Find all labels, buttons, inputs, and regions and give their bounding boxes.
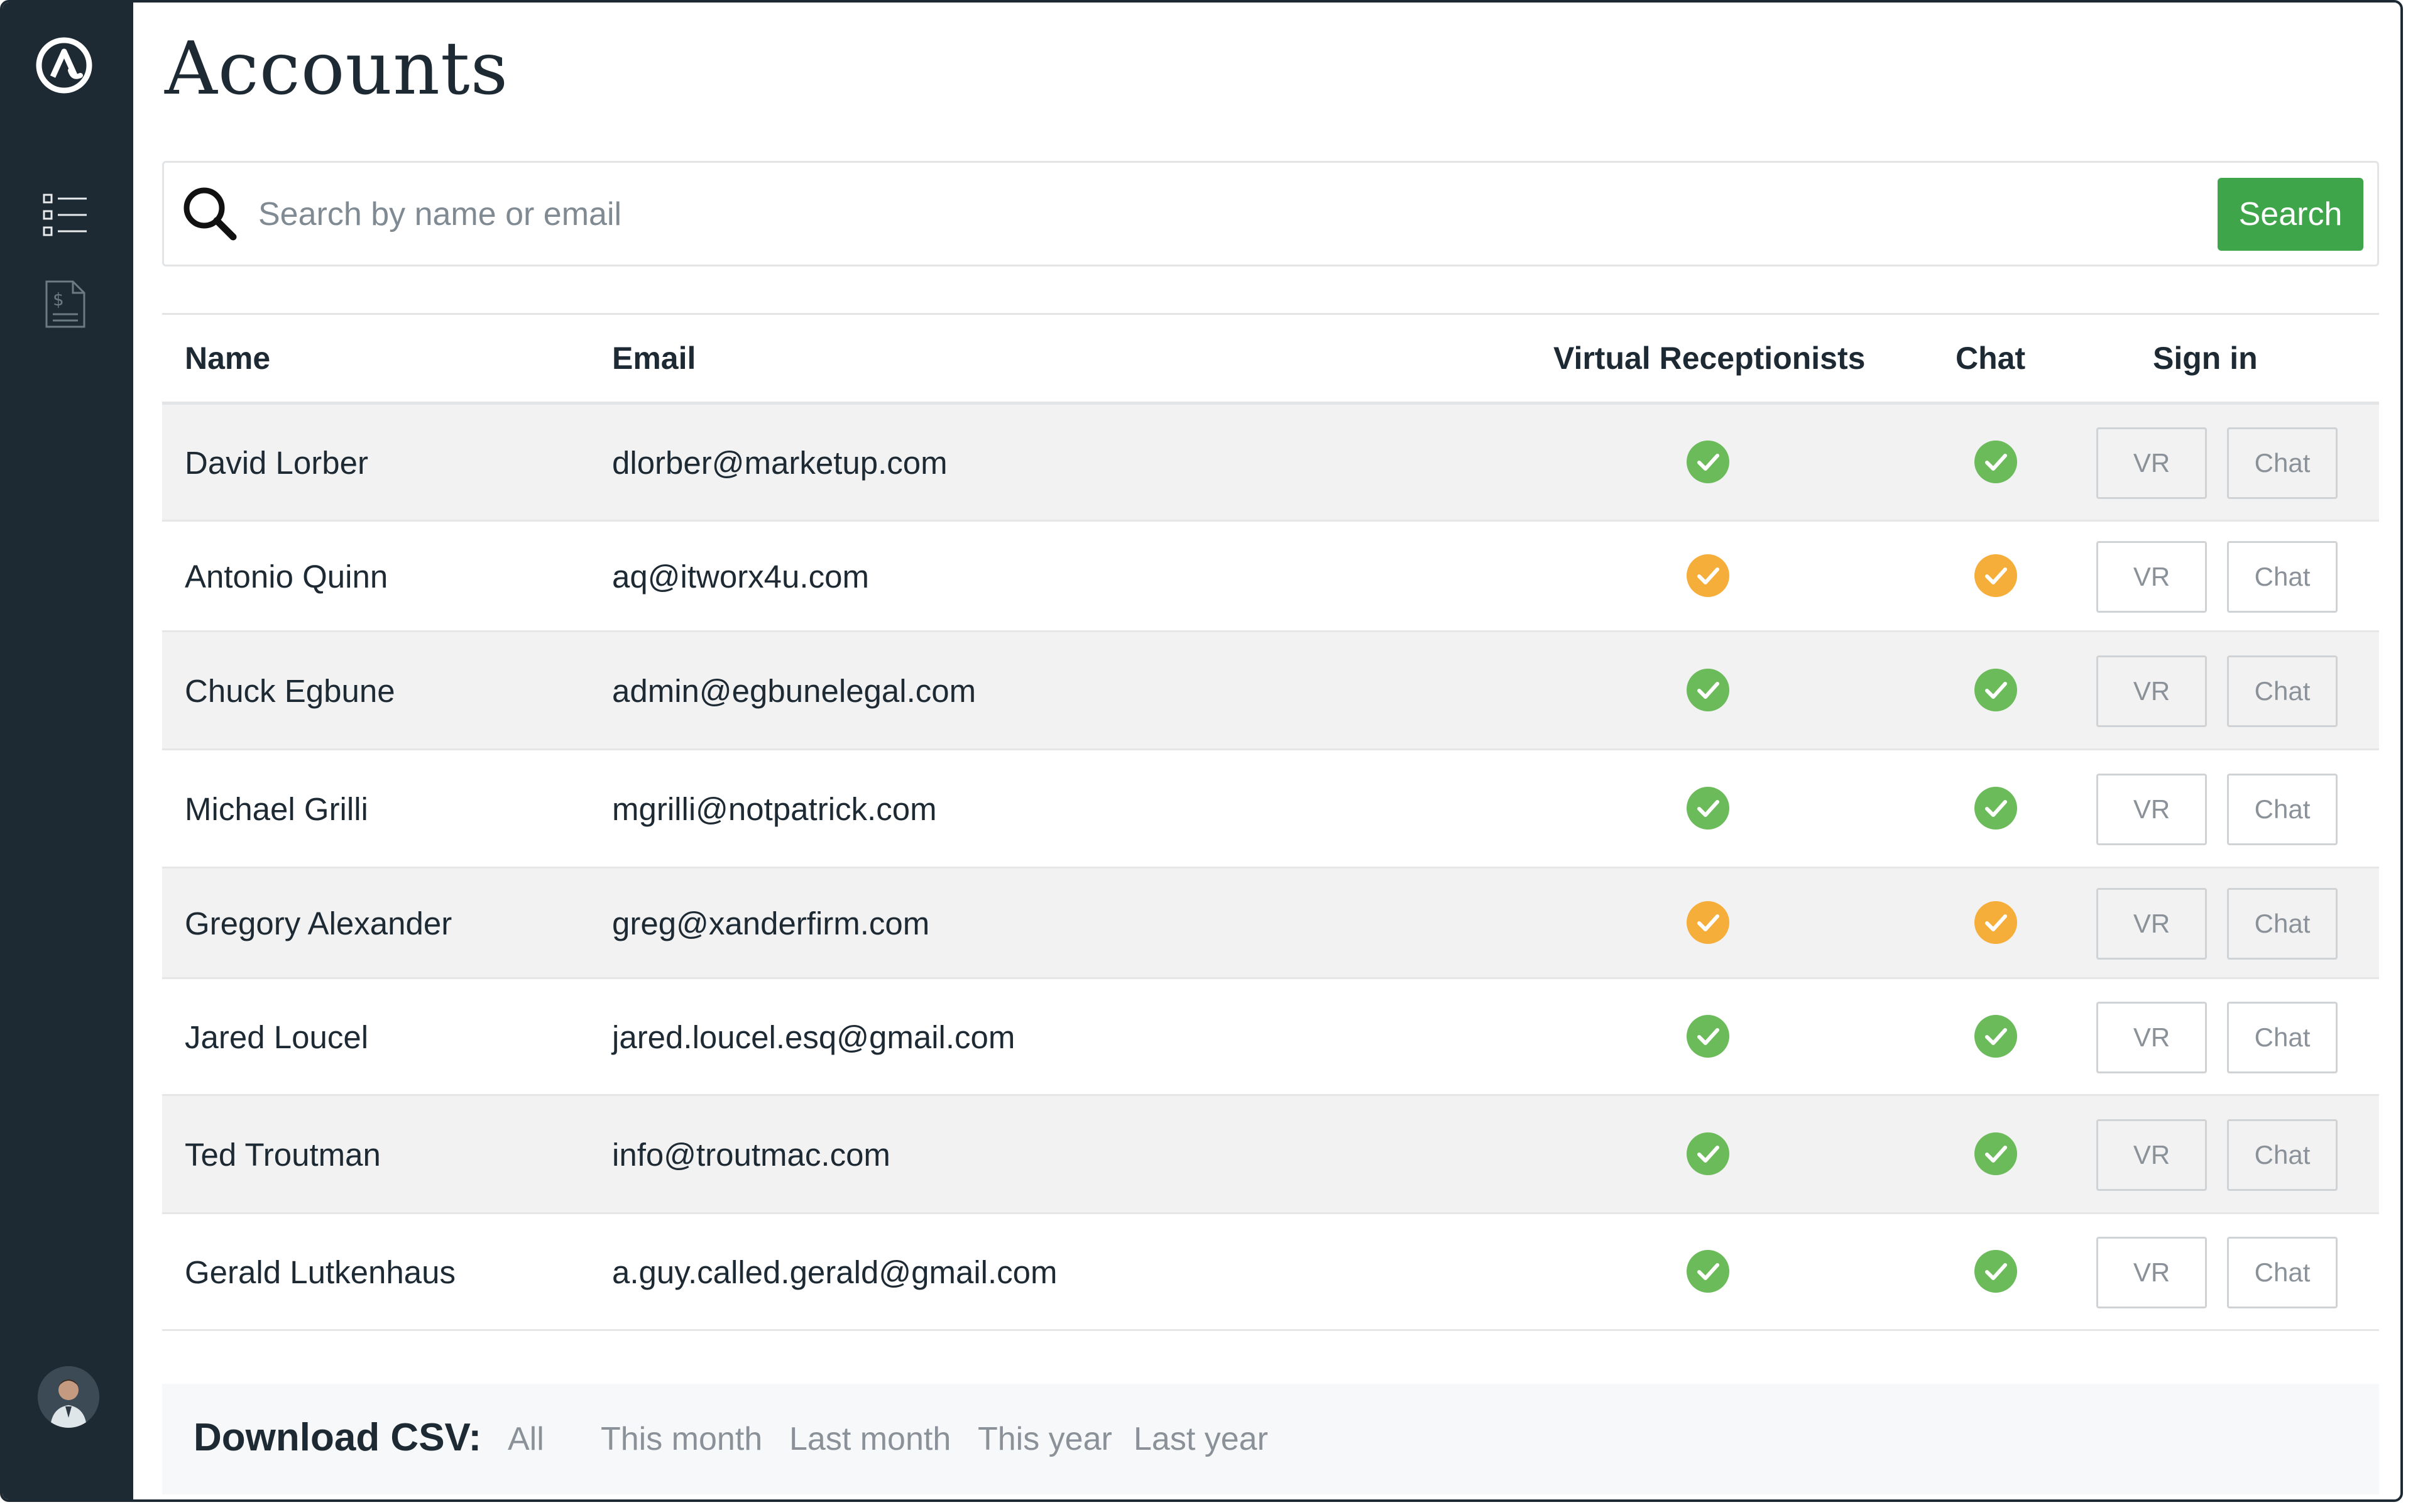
chat-status-check-icon: [1974, 1250, 2017, 1293]
header-name[interactable]: Name: [185, 340, 270, 376]
vr-status-check-icon: [1687, 669, 1729, 711]
sign-in-vr-button[interactable]: VR: [2096, 1237, 2207, 1308]
header-chat[interactable]: Chat: [1956, 340, 2025, 376]
sign-in-vr-button[interactable]: VR: [2096, 541, 2207, 613]
account-name: Ted Troutman: [185, 1137, 381, 1173]
header-email[interactable]: Email: [612, 340, 696, 376]
table-row: Gregory Alexander greg@xanderfirm.com VR Ch…: [162, 868, 2379, 979]
table-header: Name Email Virtual Receptionists Chat Si…: [162, 313, 2379, 405]
csv-link-this-month[interactable]: This month: [601, 1420, 762, 1458]
csv-link-last-month[interactable]: Last month: [789, 1420, 951, 1458]
account-name: David Lorber: [185, 445, 368, 481]
vr-status-check-icon: [1687, 1015, 1729, 1058]
sign-in-chat-button[interactable]: Chat: [2227, 655, 2338, 727]
sign-in-chat-button[interactable]: Chat: [2227, 774, 2338, 845]
account-email: dlorber@marketup.com: [612, 445, 948, 481]
header-virtual-receptionists[interactable]: Virtual Receptionists: [1553, 340, 1865, 376]
main-content: Accounts Search Name Email Virtual Recep…: [133, 3, 2400, 1499]
table-row: Ted Troutman info@troutmac.com VR Chat: [162, 1096, 2379, 1214]
chat-status-check-icon: [1974, 554, 2017, 597]
sign-in-vr-button[interactable]: VR: [2096, 1119, 2207, 1191]
account-name: Gerald Lutkenhaus: [185, 1254, 456, 1290]
download-csv-bar: Download CSV: All This month Last month …: [162, 1384, 2379, 1494]
csv-link-all[interactable]: All: [508, 1420, 544, 1458]
vr-status-check-icon: [1687, 1250, 1729, 1293]
table-row: Antonio Quinn aq@itworx4u.com VR Chat: [162, 522, 2379, 632]
chat-status-check-icon: [1974, 787, 2017, 830]
sign-in-vr-button[interactable]: VR: [2096, 427, 2207, 499]
chat-status-check-icon: [1974, 1015, 2017, 1058]
account-email: a.guy.called.gerald@gmail.com: [612, 1254, 1058, 1290]
account-email: mgrilli@notpatrick.com: [612, 791, 937, 827]
svg-text:$: $: [53, 289, 64, 310]
sign-in-chat-button[interactable]: Chat: [2227, 427, 2338, 499]
table-row: Chuck Egbune admin@egbunelegal.com VR Chat: [162, 632, 2379, 750]
table-row: Michael Grilli mgrilli@notpatrick.com VR Ch…: [162, 750, 2379, 868]
vr-status-check-icon: [1687, 554, 1729, 597]
at-sign-logo-icon[interactable]: [34, 35, 94, 96]
search-icon: [183, 187, 237, 241]
sign-in-chat-button[interactable]: Chat: [2227, 1119, 2338, 1191]
account-name: Gregory Alexander: [185, 906, 452, 941]
chat-status-check-icon: [1974, 901, 2017, 944]
account-name: Antonio Quinn: [185, 559, 388, 594]
search-bar: Search: [162, 161, 2379, 266]
sign-in-chat-button[interactable]: Chat: [2227, 1002, 2338, 1073]
account-name: Chuck Egbune: [185, 673, 395, 709]
sign-in-chat-button[interactable]: Chat: [2227, 1237, 2338, 1308]
sidebar: $: [3, 3, 133, 1499]
user-avatar-image: [38, 1366, 99, 1428]
sign-in-vr-button[interactable]: VR: [2096, 1002, 2207, 1073]
vr-status-check-icon: [1687, 441, 1729, 483]
avatar[interactable]: [38, 1366, 99, 1428]
chat-status-check-icon: [1974, 441, 2017, 483]
account-name: Michael Grilli: [185, 791, 368, 827]
app-window: $ Accounts Search Name: [0, 0, 2403, 1502]
sign-in-vr-button[interactable]: VR: [2096, 655, 2207, 727]
table-row: Gerald Lutkenhaus a.guy.called.gerald@gma…: [162, 1214, 2379, 1331]
vr-status-check-icon: [1687, 901, 1729, 944]
chat-status-check-icon: [1974, 669, 2017, 711]
sign-in-vr-button[interactable]: VR: [2096, 774, 2207, 845]
list-icon[interactable]: [40, 190, 90, 240]
accounts-table: Name Email Virtual Receptionists Chat Si…: [162, 313, 2379, 1331]
sign-in-chat-button[interactable]: Chat: [2227, 541, 2338, 613]
table-row: Jared Loucel jared.loucel.esq@gmail.com VR…: [162, 979, 2379, 1096]
vr-status-check-icon: [1687, 787, 1729, 830]
csv-link-last-year[interactable]: Last year: [1134, 1420, 1268, 1458]
account-name: Jared Loucel: [185, 1019, 369, 1055]
table-row: David Lorber dlorber@marketup.com VR Chat: [162, 405, 2379, 522]
vr-status-check-icon: [1687, 1132, 1729, 1175]
search-button[interactable]: Search: [2218, 178, 2363, 251]
download-csv-label: Download CSV:: [194, 1416, 482, 1459]
sign-in-chat-button[interactable]: Chat: [2227, 888, 2338, 960]
account-email: info@troutmac.com: [612, 1137, 890, 1173]
account-email: aq@itworx4u.com: [612, 559, 869, 594]
invoice-dollar-icon[interactable]: $: [40, 279, 90, 329]
header-sign-in: Sign in: [2153, 341, 2258, 376]
table-body: David Lorber dlorber@marketup.com VR Chat An…: [162, 405, 2379, 1331]
page-title: Accounts: [165, 26, 509, 111]
account-email: greg@xanderfirm.com: [612, 906, 930, 941]
sign-in-vr-button[interactable]: VR: [2096, 888, 2207, 960]
chat-status-check-icon: [1974, 1132, 2017, 1175]
csv-link-this-year[interactable]: This year: [978, 1420, 1112, 1458]
account-email: jared.loucel.esq@gmail.com: [612, 1019, 1015, 1055]
account-email: admin@egbunelegal.com: [612, 673, 977, 709]
search-input[interactable]: [258, 182, 2206, 247]
